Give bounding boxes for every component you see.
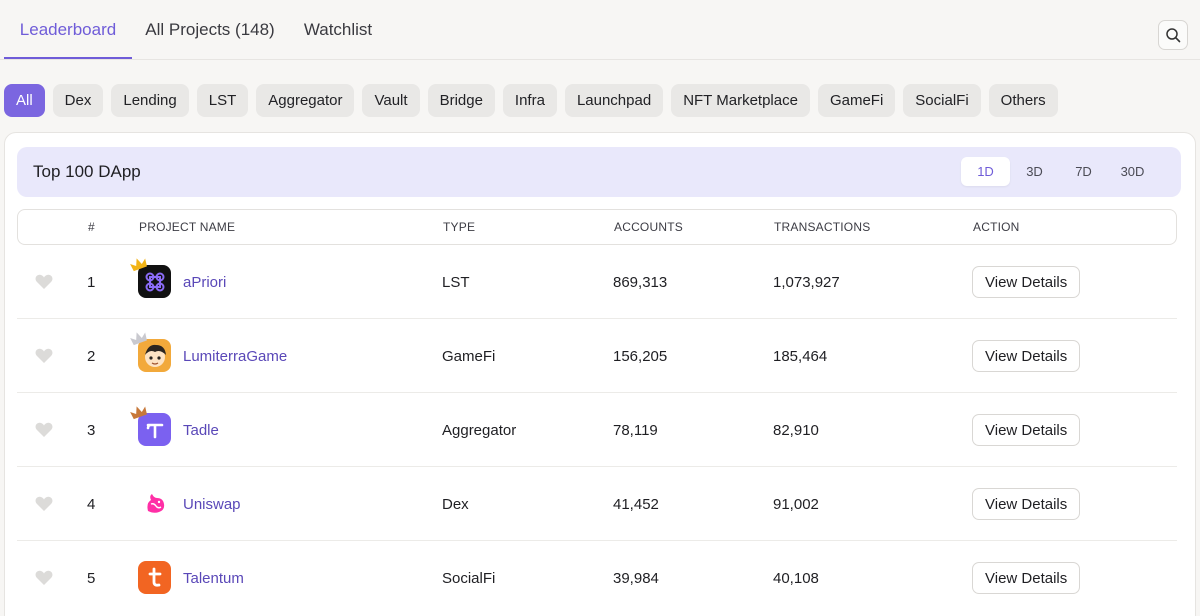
transactions-cell: 185,464	[773, 347, 828, 365]
heart-icon[interactable]	[35, 496, 53, 512]
bronze-crown-icon	[130, 406, 147, 420]
range-30d[interactable]: 30D	[1108, 157, 1157, 186]
type-cell: Dex	[442, 495, 469, 513]
tadle-logo-icon	[130, 406, 171, 446]
transactions-cell: 40,108	[773, 569, 819, 587]
type-cell: SocialFi	[442, 569, 496, 587]
heart-icon[interactable]	[35, 570, 53, 586]
transactions-cell: 82,910	[773, 421, 819, 439]
rank-cell: 3	[87, 421, 96, 439]
view-details-button[interactable]: View Details	[972, 340, 1081, 372]
col-action: ACTION	[973, 220, 1020, 234]
search-button[interactable]	[1158, 20, 1188, 50]
heart-icon[interactable]	[35, 348, 53, 364]
filter-all[interactable]: All	[4, 84, 45, 117]
table-row: 4 Uniswap Dex 41,452 91,002 View Details	[17, 467, 1177, 541]
accounts-cell: 39,984	[613, 569, 659, 587]
rank-cell: 4	[87, 495, 96, 513]
rank-cell: 1	[87, 273, 96, 291]
view-details-button[interactable]: View Details	[972, 266, 1081, 298]
col-accounts: ACCOUNTS	[614, 220, 683, 234]
accounts-cell: 156,205	[613, 347, 668, 365]
category-filter-bar: All Dex Lending LST Aggregator Vault Bri…	[4, 84, 1058, 117]
favorite-heart[interactable]	[35, 319, 53, 393]
tab-leaderboard[interactable]: Leaderboard	[4, 0, 132, 60]
table-row: 1 aPriori LST 869,313 1,073,927 View Det…	[17, 245, 1177, 319]
leaderboard-card: Top 100 DApp 1D 3D 7D 30D # PROJECT NAME…	[4, 132, 1196, 616]
col-project-name: PROJECT NAME	[139, 220, 236, 234]
favorite-heart[interactable]	[35, 541, 53, 615]
rank-cell: 5	[87, 569, 96, 587]
filter-others[interactable]: Others	[988, 84, 1058, 117]
filter-aggregator[interactable]: Aggregator	[256, 84, 355, 117]
uniswap-logo-icon	[138, 487, 171, 520]
filter-launchpad[interactable]: Launchpad	[564, 84, 664, 117]
filter-socialfi[interactable]: SocialFi	[903, 84, 981, 117]
heart-icon[interactable]	[35, 274, 53, 290]
view-details-button[interactable]: View Details	[972, 562, 1081, 594]
gold-crown-icon	[130, 258, 147, 272]
project-name-link[interactable]: Uniswap	[183, 467, 241, 541]
time-range-tabs: 1D 3D 7D 30D	[961, 157, 1157, 186]
lumiterra-logo-icon	[130, 332, 171, 372]
range-3d[interactable]: 3D	[1010, 157, 1059, 186]
favorite-heart[interactable]	[35, 467, 53, 541]
filter-infra[interactable]: Infra	[502, 84, 557, 117]
transactions-cell: 91,002	[773, 495, 819, 513]
tab-all-projects[interactable]: All Projects (148)	[140, 0, 280, 60]
col-transactions: TRANSACTIONS	[774, 220, 871, 234]
project-name-link[interactable]: aPriori	[183, 245, 226, 319]
filter-gamefi[interactable]: GameFi	[817, 84, 896, 117]
silver-crown-icon	[130, 332, 147, 346]
filter-bridge[interactable]: Bridge	[427, 84, 495, 117]
accounts-cell: 78,119	[613, 421, 658, 439]
filter-lst[interactable]: LST	[196, 84, 249, 117]
card-header: Top 100 DApp 1D 3D 7D 30D	[17, 147, 1181, 197]
type-cell: GameFi	[442, 347, 496, 365]
apriori-logo-icon	[130, 258, 171, 298]
view-details-button[interactable]: View Details	[972, 414, 1081, 446]
project-name-link[interactable]: Tadle	[183, 393, 219, 467]
table-row: 2 LumiterraGame GameFi 156,205 185,464 V…	[17, 319, 1177, 393]
col-rank: #	[88, 220, 95, 234]
rank-cell: 2	[87, 347, 96, 365]
type-cell: Aggregator	[442, 421, 517, 439]
search-icon	[1166, 28, 1181, 43]
table-row: 5 Talentum SocialFi 39,984 40,108 View D…	[17, 541, 1177, 615]
view-details-button[interactable]: View Details	[972, 488, 1081, 520]
range-1d[interactable]: 1D	[961, 157, 1010, 186]
transactions-cell: 1,073,927	[773, 273, 840, 291]
filter-vault[interactable]: Vault	[362, 84, 420, 117]
filter-lending[interactable]: Lending	[111, 84, 189, 117]
filter-nft-marketplace[interactable]: NFT Marketplace	[671, 84, 810, 117]
tab-watchlist[interactable]: Watchlist	[296, 0, 380, 60]
top-tab-bar: Leaderboard All Projects (148) Watchlist	[0, 0, 1200, 60]
filter-dex[interactable]: Dex	[52, 84, 104, 117]
favorite-heart[interactable]	[35, 393, 53, 467]
project-name-link[interactable]: Talentum	[183, 541, 244, 615]
heart-icon[interactable]	[35, 422, 53, 438]
col-type: TYPE	[443, 220, 476, 234]
table-row: 3 Tadle Aggregator 78,119 82,910 View De…	[17, 393, 1177, 467]
type-cell: LST	[442, 273, 470, 291]
card-title: Top 100 DApp	[33, 162, 141, 181]
project-name-link[interactable]: LumiterraGame	[183, 319, 287, 393]
table-header: # PROJECT NAME TYPE ACCOUNTS TRANSACTION…	[17, 209, 1177, 245]
accounts-cell: 41,452	[613, 495, 659, 513]
talentum-logo-icon	[138, 561, 171, 594]
range-7d[interactable]: 7D	[1059, 157, 1108, 186]
accounts-cell: 869,313	[613, 273, 668, 291]
favorite-heart[interactable]	[35, 245, 53, 319]
